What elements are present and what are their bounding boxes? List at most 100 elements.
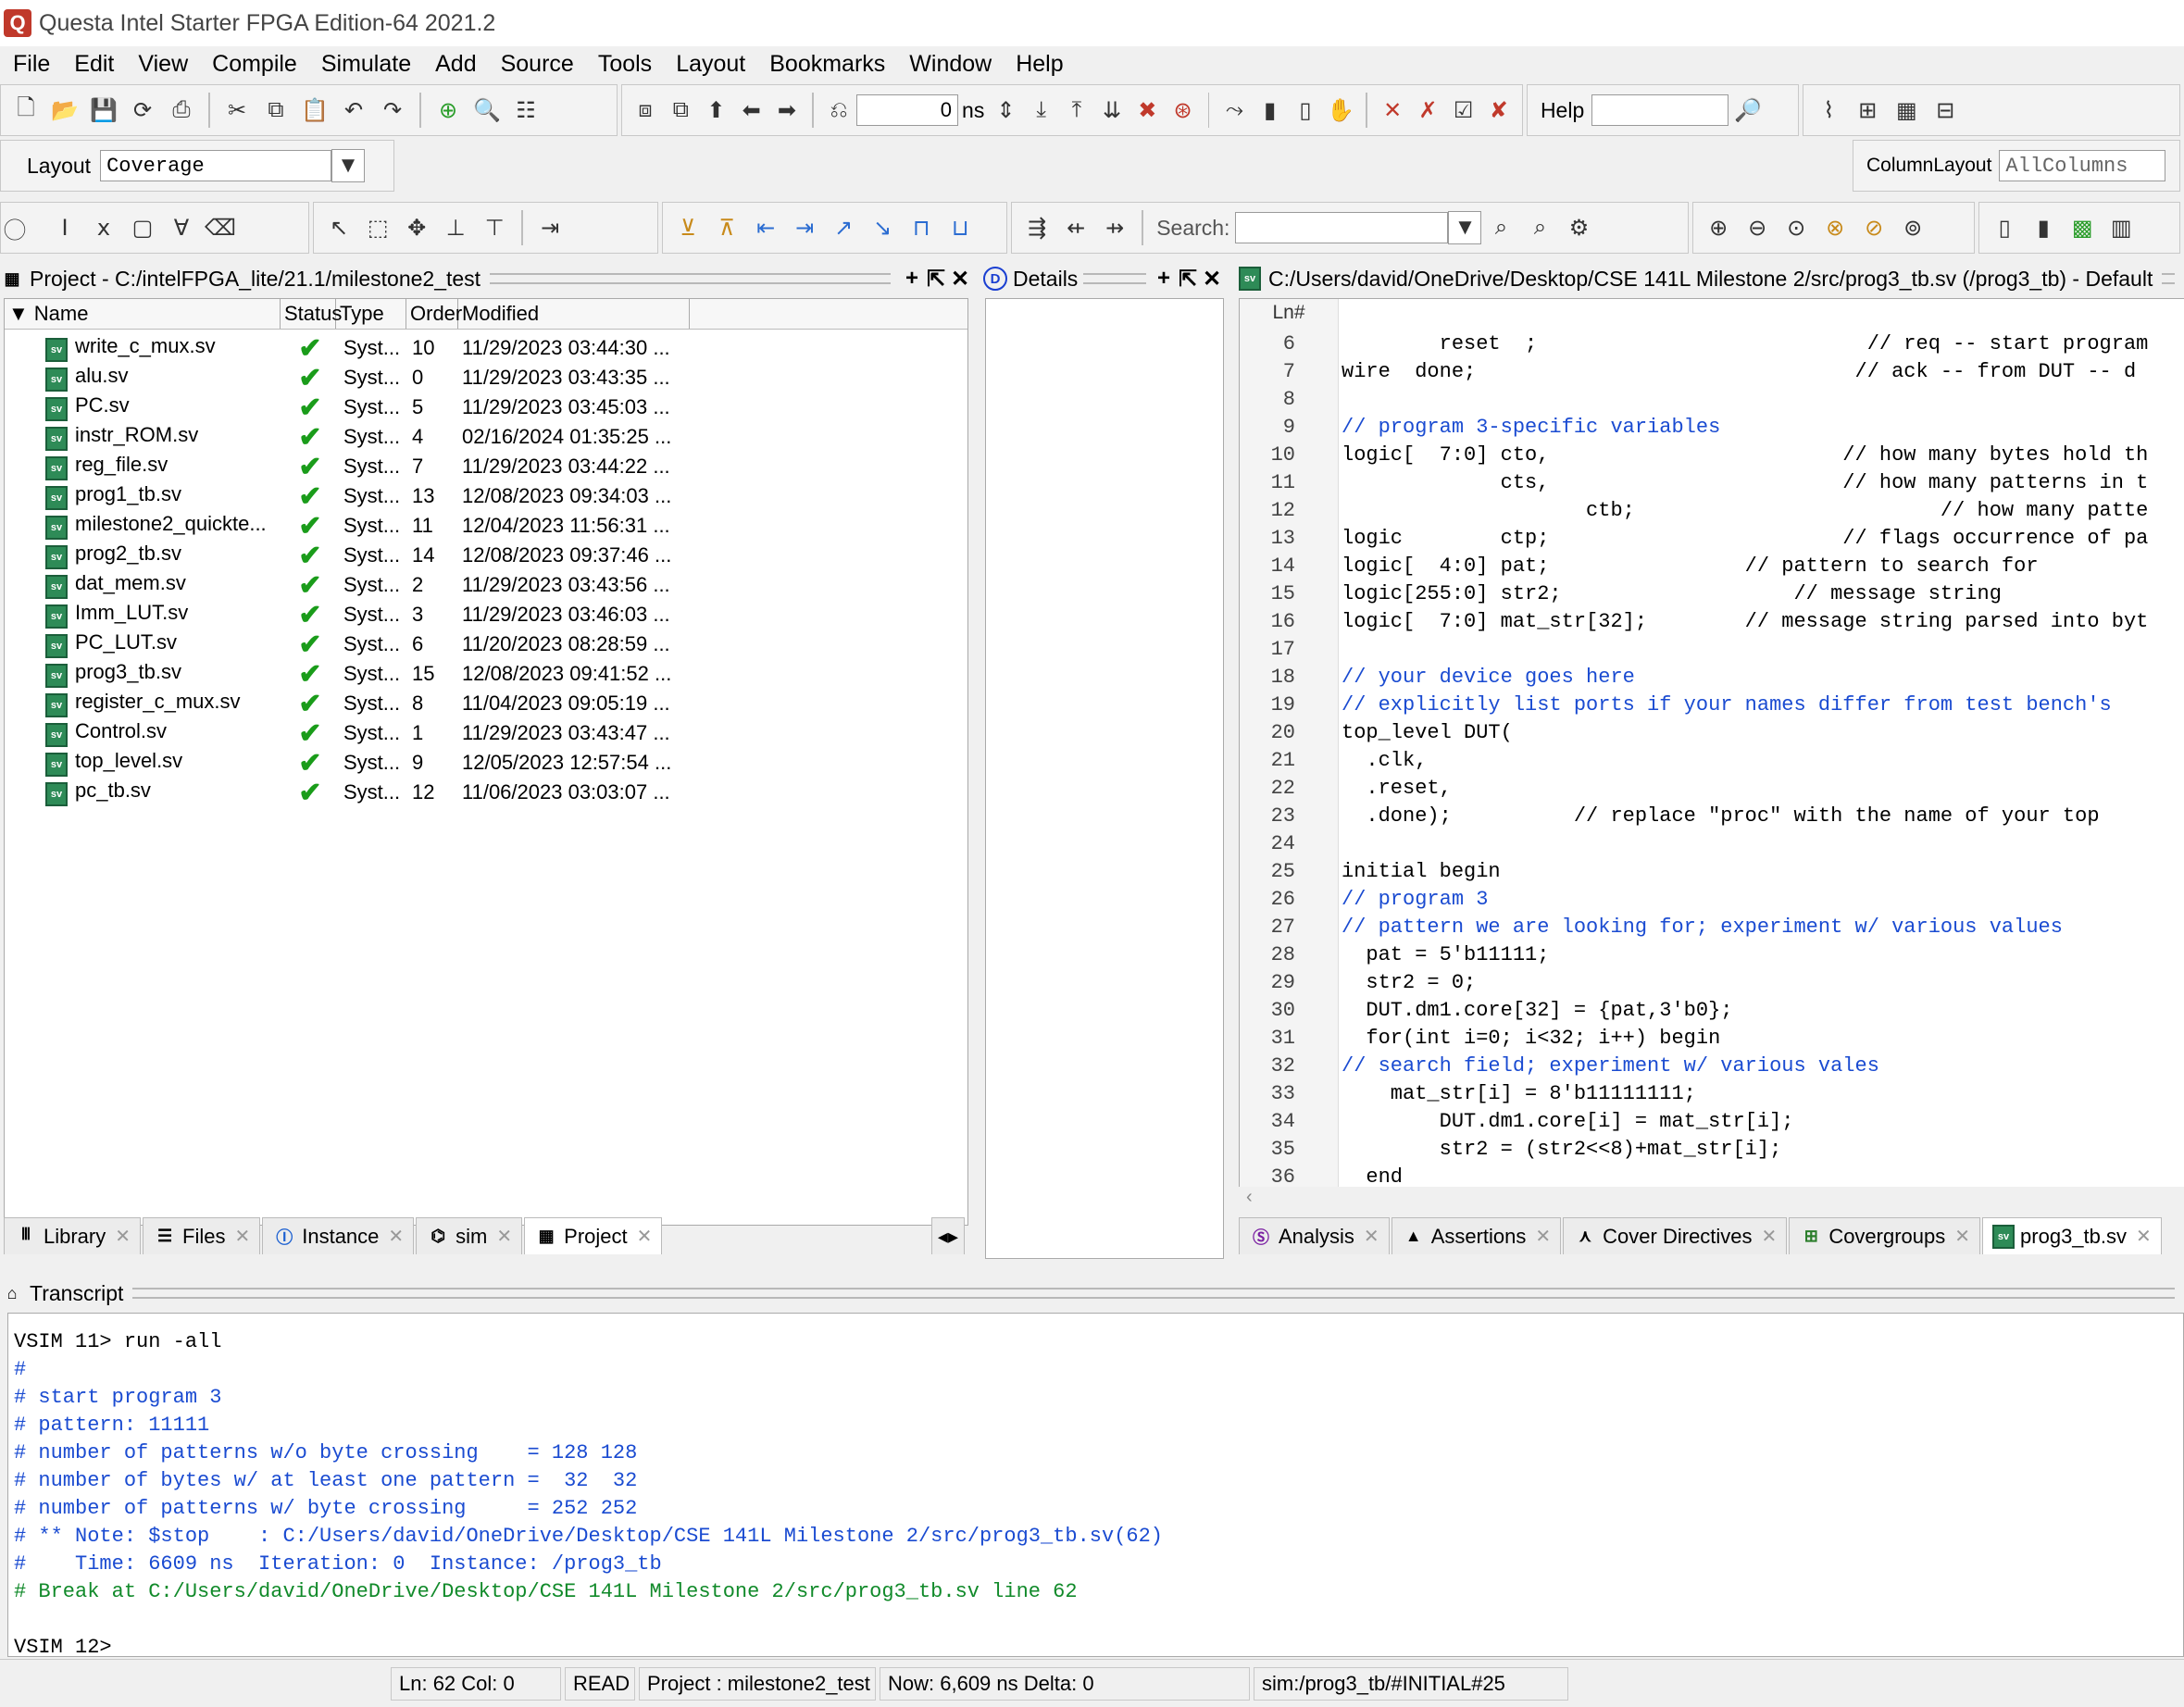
- compile-all-icon[interactable]: ⧉: [667, 94, 694, 126]
- menu-edit[interactable]: Edit: [61, 51, 125, 78]
- edge-next-icon[interactable]: ⇤: [750, 212, 781, 243]
- new-file-icon[interactable]: 🗋: [10, 94, 42, 126]
- break-icon[interactable]: ✖: [1133, 94, 1161, 126]
- help-input[interactable]: [1591, 94, 1729, 126]
- tab-covergroups[interactable]: ⊞ Covergroups ✕: [1789, 1217, 1981, 1254]
- z-icon[interactable]: ▢: [127, 212, 158, 243]
- schematic-icon[interactable]: ⊟: [1929, 94, 1961, 126]
- cursor-icon[interactable]: ⊥: [440, 212, 471, 243]
- expand-icon[interactable]: ⇶: [1021, 212, 1053, 243]
- tab-analysis[interactable]: Ⓢ Analysis ✕: [1239, 1217, 1390, 1254]
- x-icon[interactable]: ⅹ: [88, 212, 119, 243]
- column-header-modified[interactable]: Modified: [458, 299, 690, 329]
- close-icon[interactable]: ✕: [1535, 1225, 1551, 1248]
- col-view3-icon[interactable]: ▩: [2066, 212, 2098, 243]
- find-icon[interactable]: 🔍: [471, 94, 503, 126]
- step-up-icon[interactable]: ⬆: [702, 94, 730, 126]
- table-row[interactable]: sv dat_mem.sv ✔ Syst... 2 11/29/2023 03:43:56…: [5, 570, 967, 601]
- dock-icon[interactable]: +: [900, 266, 924, 292]
- close-icon[interactable]: ✕: [496, 1225, 512, 1248]
- dock-icon[interactable]: +: [1152, 266, 1176, 292]
- menu-simulate[interactable]: Simulate: [308, 51, 422, 78]
- column-header-status[interactable]: Status: [281, 299, 342, 329]
- menu-file[interactable]: File: [0, 51, 61, 78]
- fall-icon[interactable]: ↘: [867, 212, 898, 243]
- menu-view[interactable]: View: [125, 51, 199, 78]
- menu-source[interactable]: Source: [488, 51, 585, 78]
- run-length-input[interactable]: [856, 94, 959, 126]
- column-layout-select[interactable]: [1999, 150, 2166, 181]
- tab-library[interactable]: 𝍫 Library ✕: [4, 1217, 142, 1254]
- table-row[interactable]: sv top_level.sv ✔ Syst... 9 12/05/2023 12:57:…: [5, 748, 967, 779]
- table-row[interactable]: sv PC.sv ✔ Syst... 5 11/29/2023 03:45:03 ...: [5, 392, 967, 423]
- print-icon[interactable]: ⎙: [166, 94, 197, 126]
- table-row[interactable]: sv prog2_tb.sv ✔ Syst... 14 12/08/2023 09:37:…: [5, 541, 967, 571]
- stop-sim-icon[interactable]: ✕: [1379, 94, 1406, 126]
- edge-right-icon[interactable]: ⇥: [789, 212, 820, 243]
- restart-icon[interactable]: ⎌: [825, 94, 853, 126]
- code-editor[interactable]: Ln# 6 reset ; // req -- start program 7 wi…: [1239, 298, 2184, 1189]
- run-icon[interactable]: ⤓: [1028, 94, 1055, 126]
- col-view2-icon[interactable]: ▮: [2028, 212, 2059, 243]
- table-row[interactable]: sv prog3_tb.sv ✔ Syst... 15 12/08/2023 09:41:…: [5, 659, 967, 690]
- search-next-icon[interactable]: ⌕: [1524, 212, 1555, 243]
- chevron-down-icon[interactable]: ▼: [331, 149, 366, 182]
- table-row[interactable]: sv prog1_tb.sv ✔ Syst... 13 12/08/2023 09:34:…: [5, 481, 967, 512]
- hand-icon[interactable]: ✋: [1327, 94, 1354, 126]
- select-icon[interactable]: ⬚: [362, 212, 393, 243]
- cursor-add-icon[interactable]: ⊤: [479, 212, 510, 243]
- menu-add[interactable]: Add: [422, 51, 487, 78]
- tab-cover-directives[interactable]: ⋏ Cover Directives ✕: [1563, 1217, 1788, 1254]
- search-dropdown-icon[interactable]: ▼: [1448, 211, 1482, 244]
- zoom-in-icon[interactable]: ⊕: [1703, 212, 1734, 243]
- undock-icon[interactable]: ⇱: [1176, 266, 1200, 293]
- close-icon[interactable]: ✕: [1762, 1225, 1778, 1248]
- cut-icon[interactable]: ✂: [221, 94, 253, 126]
- run-length-unit[interactable]: ns: [962, 98, 984, 123]
- table-row[interactable]: sv milestone2_quickte... ✔ Syst... 11 12/04/2…: [5, 511, 967, 542]
- goto-icon[interactable]: ⇸: [1099, 212, 1130, 243]
- close-icon[interactable]: ✕: [1954, 1225, 1970, 1248]
- pulse-neg-icon[interactable]: ⊔: [944, 212, 976, 243]
- wave-icon[interactable]: ⌇: [1813, 94, 1844, 126]
- collapse-icon[interactable]: ☷: [510, 94, 542, 126]
- save-icon[interactable]: 💾: [88, 94, 119, 126]
- menu-window[interactable]: Window: [896, 51, 1003, 78]
- eraser-icon[interactable]: ⌫: [205, 212, 236, 243]
- checklist-icon[interactable]: ☑: [1450, 94, 1478, 126]
- copy-icon[interactable]: ⧉: [260, 94, 292, 126]
- zoom-out-icon[interactable]: ⊖: [1741, 212, 1773, 243]
- end-sim-icon[interactable]: ✗: [1414, 94, 1441, 126]
- column-header-type[interactable]: Type: [336, 299, 406, 329]
- table-row[interactable]: sv Imm_LUT.sv ✔ Syst... 3 11/29/2023 03:46:03…: [5, 600, 967, 630]
- memory-icon[interactable]: ▦: [1891, 94, 1922, 126]
- tab-instance[interactable]: Ⓘ Instance ✕: [262, 1217, 415, 1254]
- tab-files[interactable]: ☰ Files ✕: [143, 1217, 261, 1254]
- search-prev-icon[interactable]: ⌕: [1485, 212, 1516, 243]
- undo-icon[interactable]: ↶: [338, 94, 369, 126]
- paste-icon[interactable]: 📋: [299, 94, 331, 126]
- menu-bookmarks[interactable]: Bookmarks: [756, 51, 896, 78]
- close-icon[interactable]: ✕: [115, 1225, 131, 1248]
- pulse-icon[interactable]: ⊓: [905, 212, 937, 243]
- col-view-icon[interactable]: ▯: [1989, 212, 2020, 243]
- column-header-name[interactable]: ▼ Name: [5, 299, 281, 329]
- zero-icon[interactable]: ⃝: [10, 212, 42, 243]
- redo-icon[interactable]: ↷: [377, 94, 408, 126]
- tab-project[interactable]: ▦ Project ✕: [524, 1217, 663, 1254]
- forward-icon[interactable]: ➡: [773, 94, 801, 126]
- pointer-icon[interactable]: ↖: [323, 212, 355, 243]
- tab-scroll-left-icon[interactable]: ◂▸: [930, 1217, 965, 1254]
- back-icon[interactable]: ⬅: [738, 94, 766, 126]
- spin-icon[interactable]: ⇕: [992, 94, 1019, 126]
- close-icon[interactable]: ✕: [234, 1225, 250, 1248]
- table-row[interactable]: sv alu.sv ✔ Syst... 0 11/29/2023 03:43:35 ...: [5, 363, 967, 393]
- close-icon[interactable]: ✕: [1364, 1225, 1379, 1248]
- menu-layout[interactable]: Layout: [663, 51, 756, 78]
- menu-help[interactable]: Help: [1003, 51, 1074, 78]
- table-row[interactable]: sv instr_ROM.sv ✔ Syst... 4 02/16/2024 01:35:…: [5, 422, 967, 453]
- reload-icon[interactable]: ⟳: [127, 94, 158, 126]
- table-row[interactable]: sv register_c_mux.sv ✔ Syst... 8 11/04/2023 0…: [5, 689, 967, 719]
- tab-assertions[interactable]: ▲ Assertions ✕: [1391, 1217, 1562, 1254]
- close-icon[interactable]: ✕: [1200, 266, 1224, 293]
